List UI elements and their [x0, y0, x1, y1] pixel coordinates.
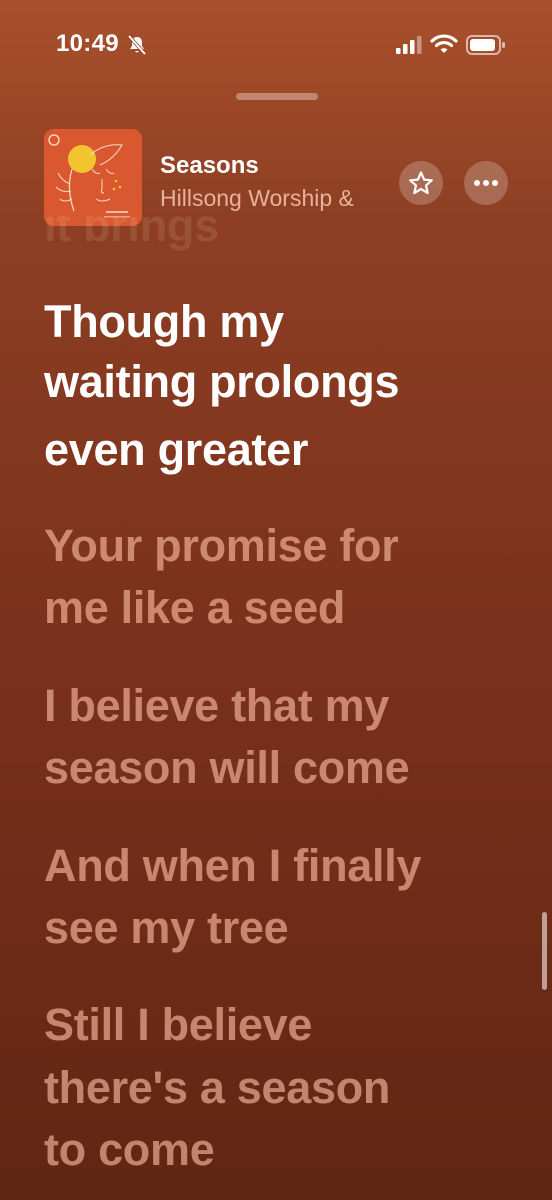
favorite-button[interactable]: [399, 161, 443, 205]
song-artist[interactable]: Hillsong Worship &: [160, 185, 354, 212]
lyric-line[interactable]: And when I finally: [44, 836, 421, 896]
active-lyric-line[interactable]: waiting prolongs: [44, 352, 399, 412]
lyric-line[interactable]: Your promise for: [44, 516, 399, 576]
cellular-signal-icon: [396, 36, 422, 54]
more-options-button[interactable]: [464, 161, 508, 205]
status-time: 10:49: [56, 30, 119, 57]
sheet-grabber[interactable]: [236, 93, 318, 100]
status-bar: 10:49: [0, 0, 552, 90]
star-icon: [408, 170, 434, 196]
active-lyric-line[interactable]: even greater: [44, 420, 308, 480]
lyric-line[interactable]: I believe that my: [44, 676, 389, 736]
bell-slash-icon: [126, 34, 148, 56]
lyric-line[interactable]: Still I believe: [44, 995, 312, 1055]
battery-icon: [466, 34, 506, 56]
lyric-line[interactable]: to come: [44, 1120, 215, 1180]
more-icon: [473, 179, 499, 187]
scroll-indicator[interactable]: [542, 912, 547, 990]
wifi-icon: [430, 33, 458, 55]
lyric-line[interactable]: there's a season: [44, 1058, 390, 1118]
lyric-line[interactable]: season will come: [44, 738, 410, 798]
song-title[interactable]: Seasons: [160, 152, 259, 180]
lyric-line[interactable]: me like a seed: [44, 578, 345, 638]
lyric-line[interactable]: see my tree: [44, 898, 289, 958]
active-lyric-line[interactable]: Though my: [44, 292, 284, 352]
album-artwork[interactable]: [44, 129, 142, 226]
